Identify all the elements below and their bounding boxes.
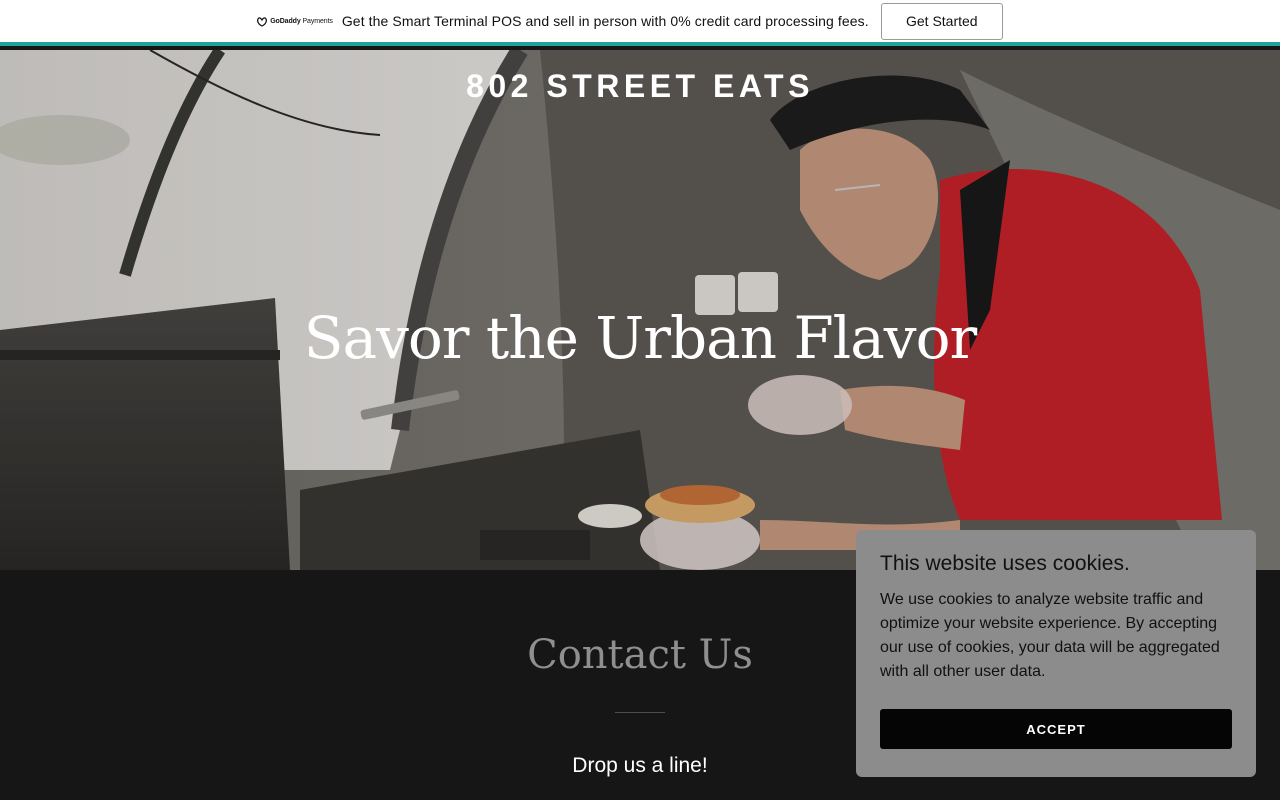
section-divider	[615, 712, 665, 713]
logo-brand: GoDaddy	[270, 17, 301, 25]
hero-headline: Savor the Urban Flavor	[303, 304, 977, 372]
get-started-button[interactable]: Get Started	[880, 2, 1003, 40]
cookie-title: This website uses cookies.	[880, 552, 1130, 575]
cookie-consent-panel: This website uses cookies. We use cookie…	[856, 530, 1256, 777]
hero-section: 802 STREET EATS Savor the Urban Flavor	[0, 50, 1280, 570]
logo-product: Payments	[302, 17, 333, 25]
cookie-description: We use cookies to analyze website traffi…	[880, 591, 1220, 680]
promo-text: Get the Smart Terminal POS and sell in p…	[341, 13, 869, 29]
accept-cookies-button[interactable]: ACCEPT	[880, 709, 1232, 749]
godaddy-logo-icon	[257, 16, 268, 27]
promo-banner: GoDaddy Payments Get the Smart Terminal …	[0, 0, 1280, 46]
godaddy-payments-logo: GoDaddy Payments	[256, 16, 333, 27]
promo-content: GoDaddy Payments Get the Smart Terminal …	[256, 2, 1003, 40]
site-title[interactable]: 802 STREET EATS	[0, 68, 1280, 105]
